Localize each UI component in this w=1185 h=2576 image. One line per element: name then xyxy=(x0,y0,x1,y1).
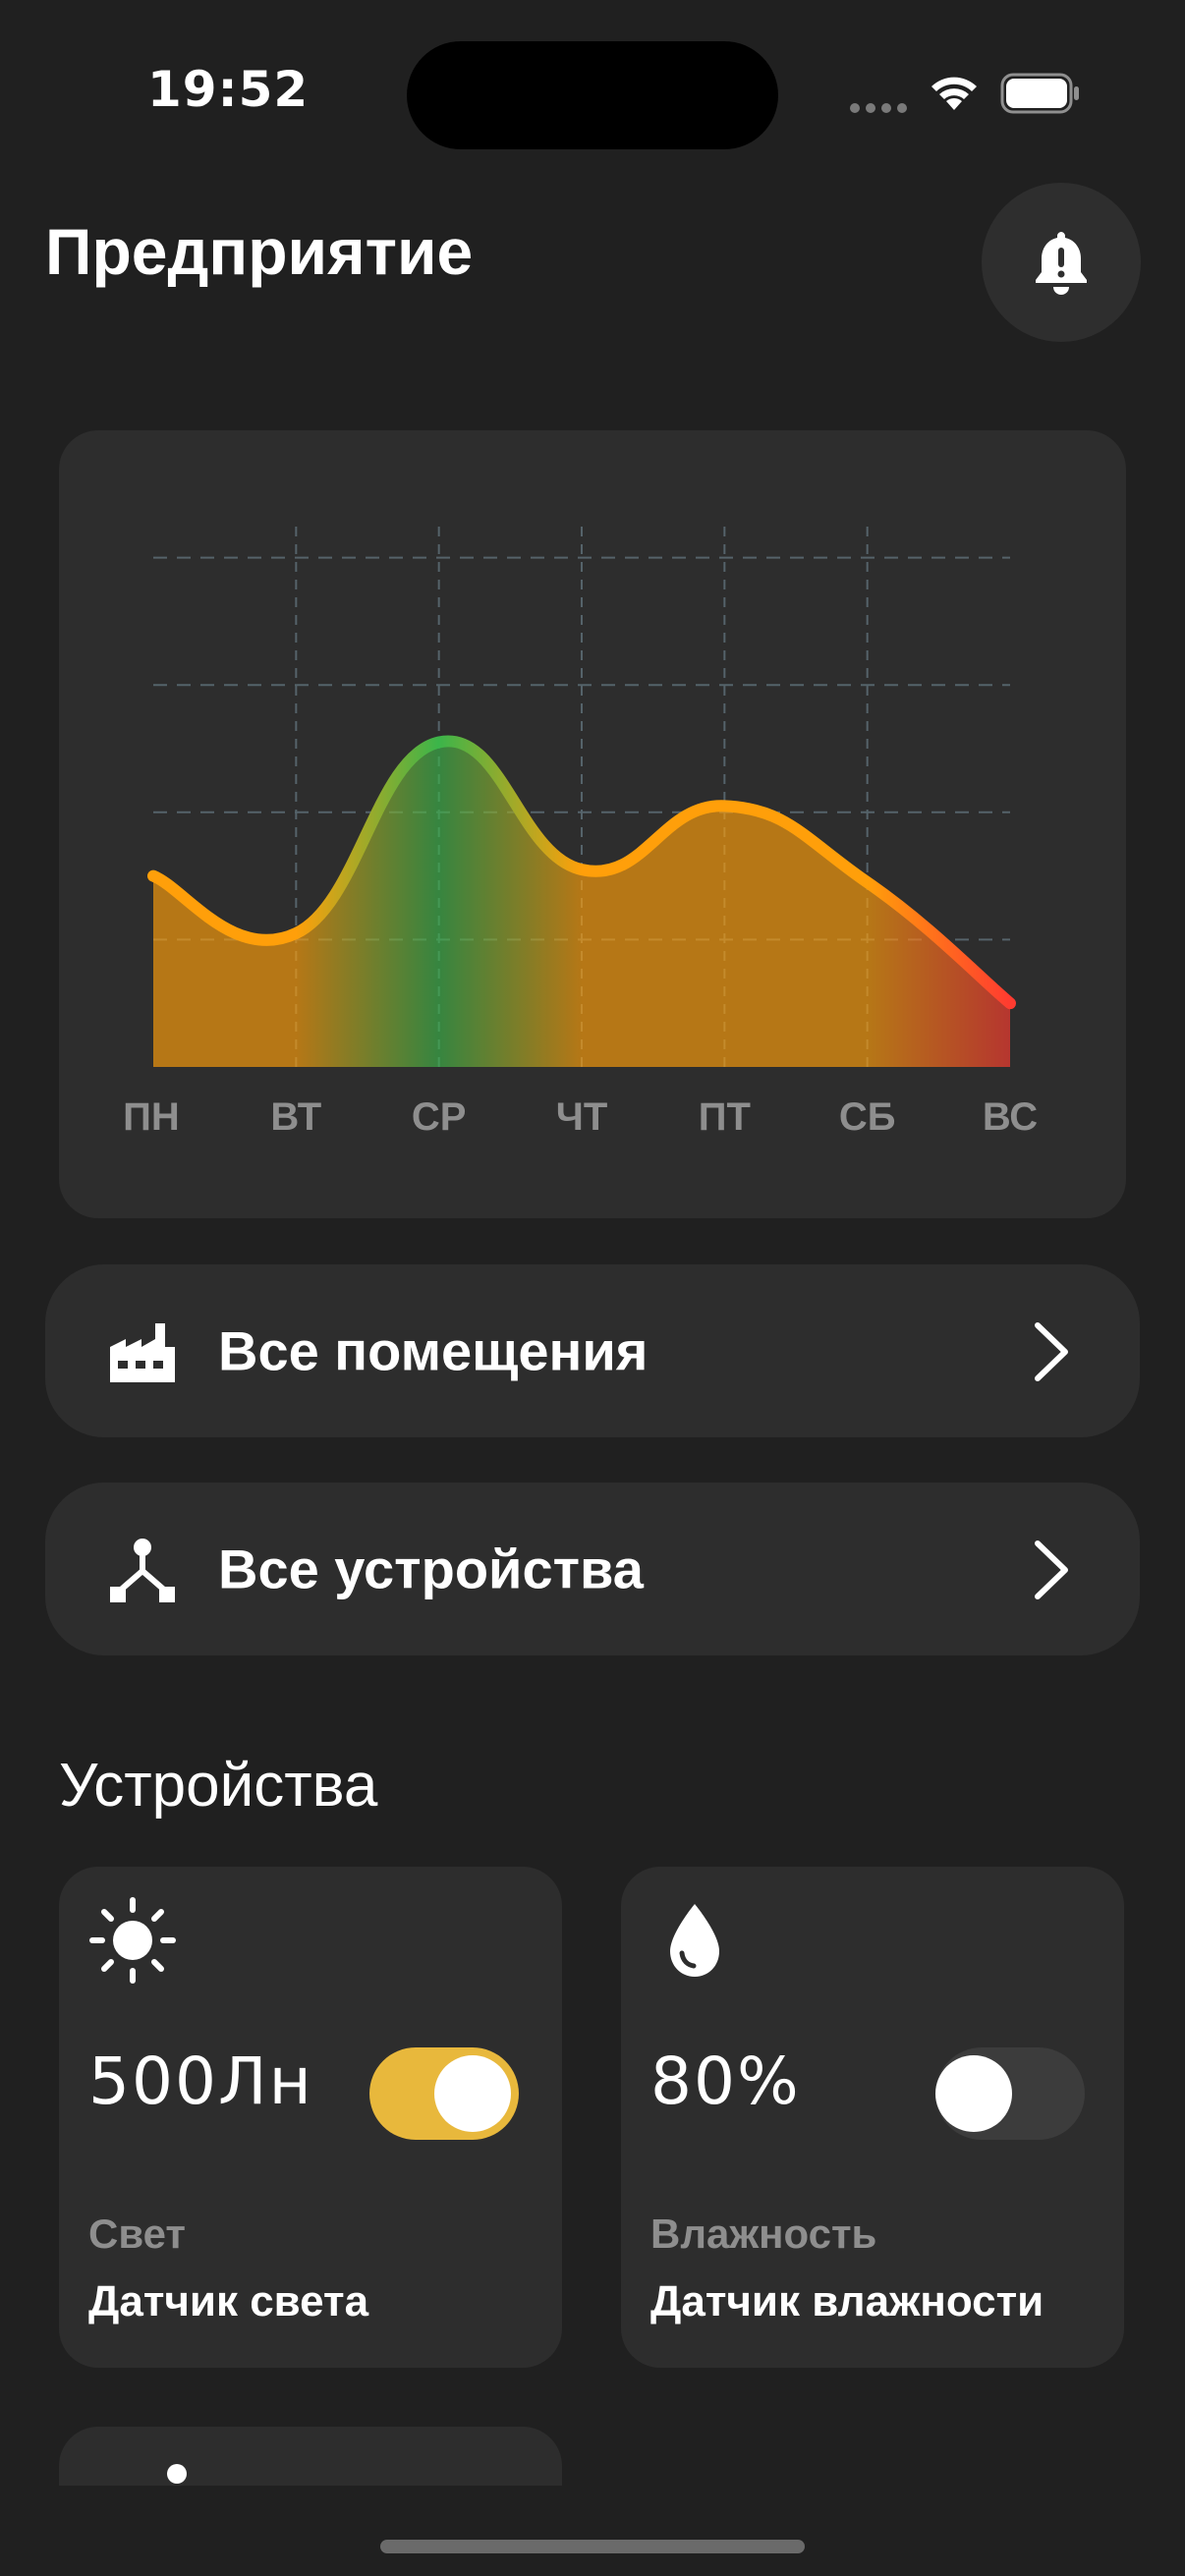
home-indicator[interactable] xyxy=(380,2540,805,2553)
x-tick-label: ВС xyxy=(983,1095,1038,1139)
all-devices-button[interactable]: Все устройства xyxy=(45,1483,1140,1655)
x-tick-label: ПН xyxy=(123,1095,180,1139)
weekly-chart: ПН ВТ СР ЧТ ПТ СБ ВС xyxy=(123,527,1038,1139)
page-title: Предприятие xyxy=(45,215,474,288)
battery-icon xyxy=(1000,73,1079,114)
light-sensor-name: Датчик света xyxy=(88,2277,369,2325)
device-card-humidity[interactable]: 80% Влажность Датчик влажности xyxy=(621,1867,1124,2368)
humidity-value: 80% xyxy=(650,2044,801,2119)
network-nodes-icon xyxy=(110,1539,175,1602)
bell-alert-icon xyxy=(1036,232,1087,295)
status-bar: 19:52 xyxy=(0,0,1185,187)
sun-icon xyxy=(89,1897,176,1984)
devices-section-title: Устройства xyxy=(59,1752,378,1820)
x-tick-label: ПТ xyxy=(699,1095,751,1139)
light-toggle[interactable] xyxy=(369,2047,519,2140)
chevron-right-icon xyxy=(1035,1322,1068,1381)
chart-card: ПН ВТ СР ЧТ ПТ СБ ВС xyxy=(59,430,1126,1218)
wifi-icon xyxy=(931,77,977,110)
light-value: 500Лн xyxy=(88,2044,313,2119)
toggle-knob xyxy=(935,2055,1012,2132)
chevron-right-icon xyxy=(1035,1540,1068,1599)
toggle-knob xyxy=(434,2055,511,2132)
thermometer-icon xyxy=(167,2464,187,2484)
chart-area-fill xyxy=(153,741,1010,1067)
water-drop-icon xyxy=(670,1904,719,1977)
humidity-category: Влажность xyxy=(650,2211,877,2257)
signal-dots-icon xyxy=(850,103,907,113)
x-tick-label: СР xyxy=(412,1095,467,1139)
x-tick-label: ЧТ xyxy=(556,1095,608,1139)
status-time: 19:52 xyxy=(147,61,310,118)
device-card-light[interactable]: 500Лн Свет Датчик света xyxy=(59,1867,562,2368)
x-tick-label: ВТ xyxy=(270,1095,321,1139)
light-category: Свет xyxy=(88,2211,186,2257)
all-rooms-label: Все помещения xyxy=(218,1319,649,1382)
humidity-sensor-name: Датчик влажности xyxy=(650,2277,1044,2325)
all-rooms-button[interactable]: Все помещения xyxy=(45,1264,1140,1437)
notifications-button[interactable] xyxy=(982,183,1141,342)
all-devices-label: Все устройства xyxy=(218,1538,644,1600)
x-tick-label: СБ xyxy=(839,1095,896,1139)
dynamic-island xyxy=(407,41,778,149)
device-card-partial[interactable] xyxy=(59,2427,562,2486)
humidity-toggle[interactable] xyxy=(935,2047,1085,2140)
factory-icon xyxy=(110,1323,175,1382)
